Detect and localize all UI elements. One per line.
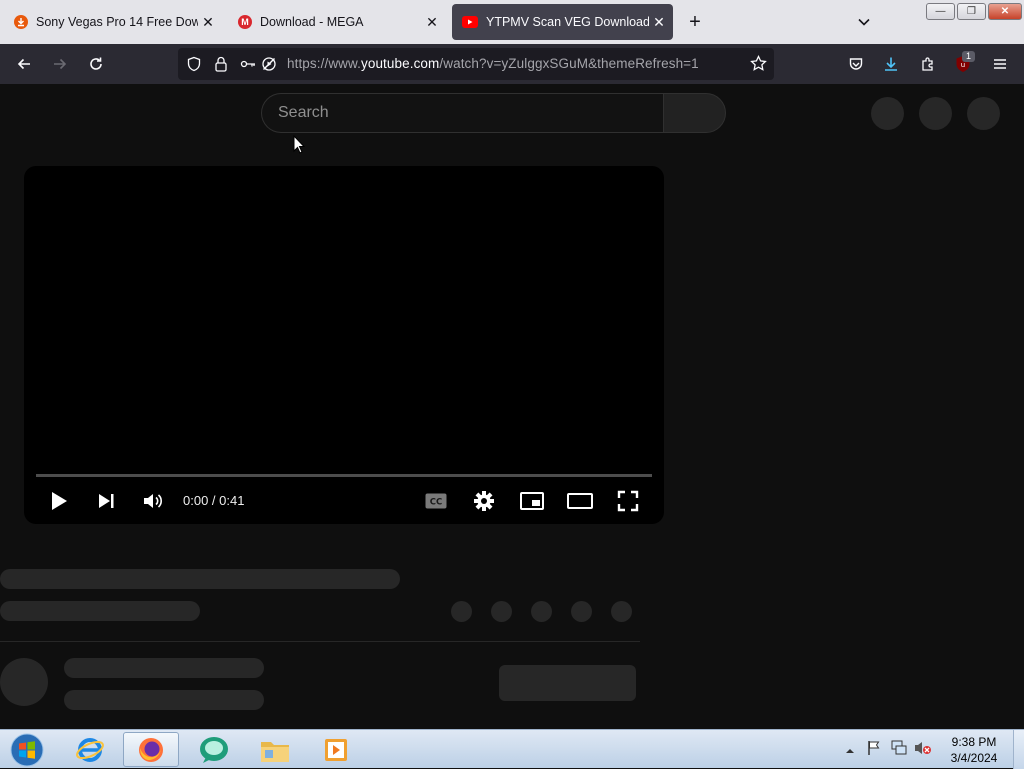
divider <box>0 641 640 642</box>
tab-sony-vegas[interactable]: Sony Vegas Pro 14 Free Download ✕ <box>4 4 222 40</box>
internet-explorer-icon[interactable] <box>64 732 116 767</box>
forward-arrow-icon[interactable] <box>48 52 72 76</box>
url-bar[interactable]: https://www.youtube.com/watch?v=yZulggxS… <box>178 48 774 80</box>
bookmark-star-icon[interactable] <box>750 54 767 77</box>
skeleton-action-circle <box>451 601 472 622</box>
skeleton-meta-bar <box>0 601 200 621</box>
list-all-tabs-chevron-icon[interactable] <box>852 10 876 34</box>
firefox-taskbar-button[interactable] <box>123 732 179 767</box>
closed-captions-icon[interactable]: CC <box>423 489 449 513</box>
extension-badge: 1 <box>962 51 975 62</box>
minimize-button[interactable]: — <box>926 3 955 20</box>
mega-logo-icon: M <box>238 15 252 29</box>
search-button[interactable] <box>663 93 726 133</box>
skeleton-subscribe-button <box>499 665 636 701</box>
video-player[interactable] <box>24 166 664 524</box>
hamburger-menu-icon[interactable] <box>988 52 1012 76</box>
tab-mega[interactable]: M Download - MEGA ✕ <box>228 4 446 40</box>
extensions-puzzle-icon[interactable] <box>916 52 940 76</box>
reload-icon[interactable] <box>84 52 108 76</box>
skeleton-action-circle <box>531 601 552 622</box>
pocket-icon[interactable] <box>844 52 868 76</box>
file-explorer-folder-icon[interactable] <box>249 732 301 767</box>
downloads-icon[interactable] <box>879 52 903 76</box>
skeleton-circle <box>919 97 952 130</box>
skeleton-subscriber-bar <box>64 690 264 710</box>
back-arrow-icon[interactable] <box>12 52 36 76</box>
clock-date: 3/4/2024 <box>950 751 998 765</box>
show-desktop-button[interactable] <box>1013 730 1024 769</box>
close-tab-icon[interactable]: ✕ <box>198 12 218 32</box>
skeleton-circle <box>967 97 1000 130</box>
close-tab-icon[interactable]: ✕ <box>422 12 442 32</box>
settings-gear-icon[interactable] <box>471 488 497 514</box>
close-tab-icon[interactable]: ✕ <box>649 12 669 32</box>
tab-bar: Sony Vegas Pro 14 Free Download ✕ M Down… <box>0 0 1024 44</box>
lock-icon[interactable] <box>213 55 229 78</box>
skeleton-channel-bar <box>64 658 264 678</box>
progress-bar[interactable] <box>36 474 652 477</box>
volume-icon[interactable] <box>140 488 166 514</box>
tab-youtube[interactable]: YTPMV Scan VEG Download - YouTube ✕ <box>452 4 673 40</box>
skeleton-action-circle <box>611 601 632 622</box>
youtube-logo-icon <box>462 16 478 28</box>
permissions-key-icon[interactable] <box>240 56 256 77</box>
show-hidden-icons-icon[interactable] <box>845 743 855 761</box>
download-site-favicon-icon <box>14 15 28 29</box>
skeleton-title-bar <box>0 569 400 589</box>
close-window-button[interactable]: ✕ <box>988 3 1022 20</box>
tab-label: Sony Vegas Pro 14 Free Download <box>36 15 198 29</box>
skeleton-action-circle <box>571 601 592 622</box>
tab-label: YTPMV Scan VEG Download - YouTube <box>486 15 649 29</box>
taskbar: 9:38 PM 3/4/2024 <box>0 729 1024 769</box>
chat-app-icon[interactable] <box>188 732 240 767</box>
skeleton-circle <box>871 97 904 130</box>
clock-time: 9:38 PM <box>951 735 997 749</box>
svg-text:u: u <box>961 61 965 69</box>
next-video-icon[interactable] <box>94 488 118 514</box>
autoplay-blocked-icon[interactable] <box>261 56 277 77</box>
media-player-icon[interactable] <box>310 732 362 767</box>
miniplayer-icon[interactable] <box>519 489 545 513</box>
svg-text:CC: CC <box>430 498 442 508</box>
new-tab-plus-icon[interactable]: + <box>683 10 707 34</box>
tracking-protection-shield-icon[interactable] <box>186 56 202 77</box>
start-button[interactable] <box>2 732 52 767</box>
play-icon[interactable] <box>46 488 72 514</box>
tab-label: Download - MEGA <box>260 15 364 29</box>
skeleton-avatar <box>0 658 48 706</box>
video-time-display: 0:00 / 0:41 <box>183 493 245 508</box>
action-center-flag-icon[interactable] <box>866 740 882 761</box>
network-icon[interactable] <box>890 740 908 761</box>
skeleton-action-circle <box>491 601 512 622</box>
theater-mode-icon[interactable] <box>566 489 594 513</box>
search-input[interactable]: Search <box>261 93 664 133</box>
fullscreen-icon[interactable] <box>615 488 641 514</box>
restore-button[interactable]: ❐ <box>957 3 986 20</box>
url-text[interactable]: https://www.youtube.com/watch?v=yZulggxS… <box>287 56 699 71</box>
volume-muted-icon[interactable] <box>914 740 932 761</box>
system-clock[interactable]: 9:38 PM 3/4/2024 <box>942 734 1006 766</box>
mouse-cursor-icon <box>293 134 306 160</box>
